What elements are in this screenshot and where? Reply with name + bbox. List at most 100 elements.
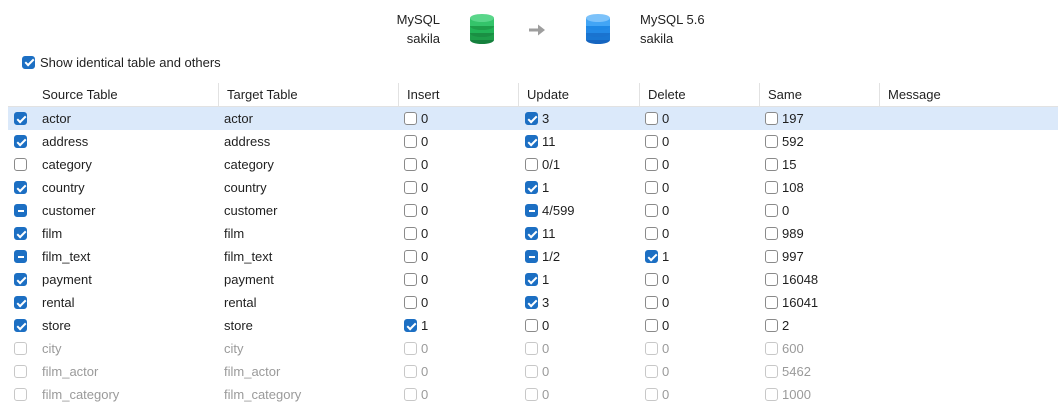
row-select-checkbox[interactable]	[14, 250, 27, 263]
same-checkbox[interactable]	[765, 135, 778, 148]
row-select-cell[interactable]	[14, 360, 27, 383]
delete-checkbox[interactable]	[645, 135, 658, 148]
delete-cell[interactable]: 0	[645, 383, 669, 406]
row-select-checkbox[interactable]	[14, 135, 27, 148]
row-select-checkbox[interactable]	[14, 319, 27, 332]
row-select-cell[interactable]	[14, 107, 27, 130]
column-source-table[interactable]: Source Table	[34, 83, 219, 106]
same-cell[interactable]: 989	[765, 222, 804, 245]
same-cell[interactable]: 5462	[765, 360, 811, 383]
insert-checkbox[interactable]	[404, 296, 417, 309]
insert-checkbox[interactable]	[404, 250, 417, 263]
insert-checkbox[interactable]	[404, 181, 417, 194]
insert-cell[interactable]: 0	[404, 130, 428, 153]
delete-cell[interactable]: 0	[645, 314, 669, 337]
insert-cell[interactable]: 0	[404, 383, 428, 406]
delete-cell[interactable]: 0	[645, 360, 669, 383]
same-checkbox[interactable]	[765, 319, 778, 332]
update-checkbox[interactable]	[525, 158, 538, 171]
delete-cell[interactable]: 0	[645, 199, 669, 222]
insert-checkbox[interactable]	[404, 227, 417, 240]
same-cell[interactable]: 0	[765, 199, 789, 222]
same-cell[interactable]: 15	[765, 153, 796, 176]
update-cell[interactable]: 3	[525, 291, 549, 314]
update-checkbox[interactable]	[525, 181, 538, 194]
update-cell[interactable]: 3	[525, 107, 549, 130]
same-cell[interactable]: 2	[765, 314, 789, 337]
table-row[interactable]: payment payment 0 1 0 16048	[8, 268, 1058, 291]
same-checkbox[interactable]	[765, 112, 778, 125]
delete-checkbox[interactable]	[645, 158, 658, 171]
row-select-cell[interactable]	[14, 314, 27, 337]
update-checkbox[interactable]	[525, 296, 538, 309]
update-checkbox[interactable]	[525, 250, 538, 263]
same-checkbox[interactable]	[765, 204, 778, 217]
insert-cell[interactable]: 0	[404, 245, 428, 268]
column-insert[interactable]: Insert	[398, 83, 519, 106]
insert-checkbox[interactable]	[404, 135, 417, 148]
row-select-checkbox[interactable]	[14, 273, 27, 286]
column-delete[interactable]: Delete	[639, 83, 760, 106]
show-identical-checkbox[interactable]	[22, 55, 35, 69]
table-row[interactable]: film_text film_text 0 1/2 1 997	[8, 245, 1058, 268]
delete-checkbox[interactable]	[645, 296, 658, 309]
update-cell[interactable]: 0/1	[525, 153, 560, 176]
insert-cell[interactable]: 0	[404, 153, 428, 176]
delete-checkbox[interactable]	[645, 273, 658, 286]
row-select-checkbox[interactable]	[14, 227, 27, 240]
insert-checkbox[interactable]	[404, 112, 417, 125]
column-same[interactable]: Same	[759, 83, 880, 106]
column-update[interactable]: Update	[518, 83, 639, 106]
same-cell[interactable]: 16048	[765, 268, 818, 291]
same-checkbox[interactable]	[765, 227, 778, 240]
row-select-cell[interactable]	[14, 199, 27, 222]
update-checkbox[interactable]	[525, 273, 538, 286]
table-row[interactable]: address address 0 11 0 592	[8, 130, 1058, 153]
table-row[interactable]: category category 0 0/1 0 15	[8, 153, 1058, 176]
delete-cell[interactable]: 0	[645, 268, 669, 291]
insert-checkbox[interactable]	[404, 319, 417, 332]
delete-cell[interactable]: 0	[645, 291, 669, 314]
row-select-cell[interactable]	[14, 337, 27, 360]
row-select-checkbox[interactable]	[14, 204, 27, 217]
same-cell[interactable]: 197	[765, 107, 804, 130]
delete-checkbox[interactable]	[645, 250, 658, 263]
update-cell[interactable]: 0	[525, 337, 549, 360]
row-select-checkbox[interactable]	[14, 158, 27, 171]
row-select-checkbox[interactable]	[14, 296, 27, 309]
row-select-cell[interactable]	[14, 383, 27, 406]
table-row[interactable]: film film 0 11 0 989	[8, 222, 1058, 245]
show-identical-option[interactable]: Show identical table and others	[22, 54, 221, 70]
same-cell[interactable]: 997	[765, 245, 804, 268]
same-cell[interactable]: 600	[765, 337, 804, 360]
same-checkbox[interactable]	[765, 181, 778, 194]
insert-cell[interactable]: 0	[404, 176, 428, 199]
column-target-table[interactable]: Target Table	[218, 83, 399, 106]
same-cell[interactable]: 108	[765, 176, 804, 199]
same-checkbox[interactable]	[765, 273, 778, 286]
insert-cell[interactable]: 0	[404, 199, 428, 222]
update-cell[interactable]: 11	[525, 130, 556, 153]
insert-checkbox[interactable]	[404, 204, 417, 217]
update-checkbox[interactable]	[525, 227, 538, 240]
insert-cell[interactable]: 0	[404, 360, 428, 383]
delete-cell[interactable]: 0	[645, 222, 669, 245]
insert-cell[interactable]: 0	[404, 222, 428, 245]
insert-cell[interactable]: 0	[404, 107, 428, 130]
insert-cell[interactable]: 0	[404, 268, 428, 291]
row-select-checkbox[interactable]	[14, 112, 27, 125]
delete-cell[interactable]: 0	[645, 176, 669, 199]
update-checkbox[interactable]	[525, 112, 538, 125]
row-select-checkbox[interactable]	[14, 181, 27, 194]
table-row[interactable]: customer customer 0 4/599 0 0	[8, 199, 1058, 222]
update-cell[interactable]: 0	[525, 383, 549, 406]
insert-checkbox[interactable]	[404, 158, 417, 171]
update-cell[interactable]: 4/599	[525, 199, 575, 222]
update-checkbox[interactable]	[525, 319, 538, 332]
same-cell[interactable]: 1000	[765, 383, 811, 406]
delete-cell[interactable]: 0	[645, 153, 669, 176]
delete-checkbox[interactable]	[645, 112, 658, 125]
same-checkbox[interactable]	[765, 296, 778, 309]
table-row[interactable]: city city 0 0 0 600	[8, 337, 1058, 360]
update-cell[interactable]: 0	[525, 360, 549, 383]
